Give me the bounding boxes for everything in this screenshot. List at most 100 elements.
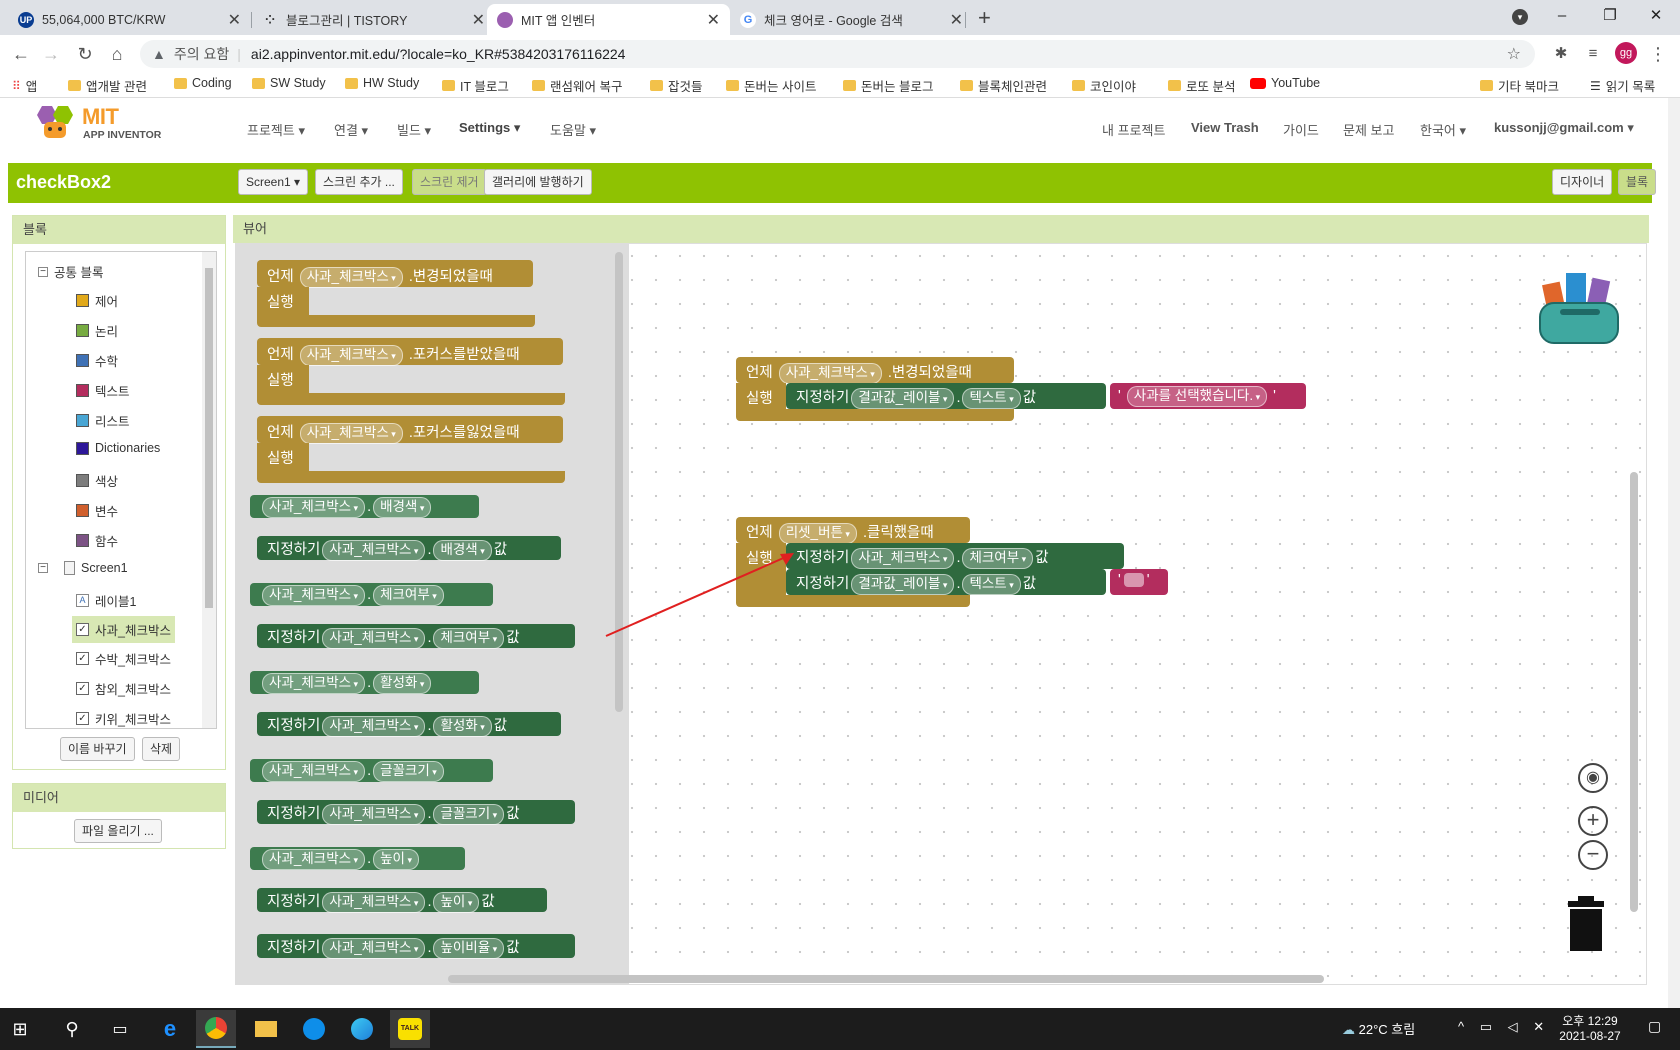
star-icon[interactable]: ☆ — [1507, 44, 1521, 64]
component-dropdown[interactable]: 사과_체크박스 — [299, 423, 403, 444]
tree-scrollbar[interactable] — [202, 252, 216, 728]
flyout-get-checked-block[interactable]: 사과_체크박스.체크여부 — [250, 583, 493, 606]
zoom-out-icon[interactable]: − — [1578, 840, 1608, 870]
block-category-control[interactable]: 제어 — [76, 291, 118, 310]
account-menu[interactable]: kussonjj@gmail.com ▾ — [1494, 120, 1634, 136]
report-link[interactable]: 문제 보고 — [1343, 120, 1394, 139]
block-category-procedures[interactable]: 함수 — [76, 531, 118, 550]
text-string-block[interactable]: ' 사과를 선택했습니다. ' — [1110, 383, 1306, 409]
set-apple-checkbox-checked-block[interactable]: 지정하기사과_체크박스.체크여부값 — [786, 543, 1124, 569]
blocks-button[interactable]: 블록 — [1618, 169, 1657, 195]
kakaotalk-icon[interactable]: TALK — [390, 1010, 430, 1048]
page-scrollbar[interactable] — [1668, 98, 1680, 1010]
block-category-logic[interactable]: 논리 — [76, 321, 118, 340]
edge-icon[interactable] — [342, 1010, 382, 1048]
back-icon[interactable]: ← — [8, 41, 34, 67]
bookmark-folder[interactable]: 돈버는 블로그 — [843, 76, 933, 95]
recenter-icon[interactable]: ◉ — [1578, 763, 1608, 793]
windows-start-icon[interactable]: ⊞ — [0, 1010, 40, 1048]
close-icon[interactable]: ✕ — [228, 10, 241, 30]
task-view-icon[interactable]: ▭ — [100, 1010, 140, 1048]
bookmark-folder[interactable]: IT 블로그 — [442, 76, 509, 95]
flyout-set-checked-block[interactable]: 지정하기사과_체크박스.체크여부값 — [257, 624, 575, 649]
guide-link[interactable]: 가이드 — [1283, 120, 1319, 139]
block-category-text[interactable]: 텍스트 — [76, 381, 130, 400]
bookmark-folder[interactable]: 블록체인관련 — [960, 76, 1047, 95]
block-category-list[interactable]: 리스트 — [76, 411, 130, 430]
component-kiwi-checkbox[interactable]: ✓ 키위_체크박스 — [76, 709, 171, 728]
menu-settings[interactable]: Settings ▾ — [459, 120, 520, 136]
browser-tab-tistory[interactable]: ⁘ 블로그관리 | TISTORY ✕ — [252, 4, 495, 35]
publish-gallery-button[interactable]: 갤러리에 발행하기 — [484, 169, 592, 195]
bookmark-folder[interactable]: 앱개발 관련 — [68, 76, 147, 95]
ie-icon[interactable]: e — [150, 1010, 190, 1048]
teamviewer-icon[interactable] — [294, 1010, 334, 1048]
blocks-flyout[interactable]: 언제 사과_체크박스 .변경되었을때 실행 언제 사과_체크박스 .포커스를받았… — [236, 244, 629, 984]
minimize-icon[interactable]: – — [1540, 4, 1584, 28]
flyout-set-fontsize-block[interactable]: 지정하기사과_체크박스.글꼴크기값 — [257, 800, 575, 825]
menu-help[interactable]: 도움말 ▾ — [550, 120, 596, 139]
close-icon[interactable]: ✕ — [472, 10, 485, 30]
rename-button[interactable]: 이름 바꾸기 — [60, 737, 135, 761]
omnibox[interactable]: ▲ 주의 요함 | ai2.appinventor.mit.edu/?local… — [140, 40, 1535, 68]
flyout-set-height-block[interactable]: 지정하기사과_체크박스.높이값 — [257, 888, 547, 913]
close-icon[interactable]: ✕ — [707, 10, 720, 30]
set-result-label-text-block[interactable]: 지정하기결과값_레이블.텍스트값 — [786, 569, 1106, 595]
mit-logo-icon[interactable] — [36, 104, 78, 142]
restore-icon[interactable]: ❐ — [1588, 4, 1632, 28]
tray-icons[interactable]: ^ ▭ ◁ ✕ — [1458, 1019, 1550, 1035]
reading-list[interactable]: ☰ 읽기 목록 — [1590, 76, 1655, 95]
workspace-vscrollbar[interactable] — [1630, 472, 1638, 912]
builtin-blocks-node[interactable]: − 공통 블록 — [38, 262, 103, 281]
flyout-set-enabled-block[interactable]: 지정하기사과_체크박스.활성화값 — [257, 712, 561, 737]
component-watermelon-checkbox[interactable]: ✓ 수박_체크박스 — [76, 649, 171, 668]
component-dropdown[interactable]: 사과_체크박스 — [299, 345, 403, 366]
bookmark-folder[interactable]: 잡것들 — [650, 76, 703, 95]
reload-icon[interactable]: ↻ — [72, 41, 98, 67]
trash-icon[interactable] — [1566, 896, 1606, 952]
flyout-when-changed-block[interactable]: 언제 사과_체크박스 .변경되었을때 — [257, 260, 533, 288]
view-trash-link[interactable]: View Trash — [1191, 120, 1259, 135]
component-label1[interactable]: A 레이블1 — [76, 591, 136, 610]
when-apple-checkbox-changed-block[interactable]: 언제 사과_체크박스 .변경되었을때 — [736, 357, 1014, 384]
close-icon[interactable]: ✕ — [950, 10, 963, 30]
collapse-icon[interactable]: − — [38, 563, 48, 573]
add-screen-button[interactable]: 스크린 추가 ... — [315, 169, 403, 195]
set-result-label-text-block[interactable]: 지정하기결과값_레이블.텍스트값 — [786, 383, 1106, 409]
new-tab-icon[interactable]: + — [978, 5, 991, 31]
block-category-math[interactable]: 수학 — [76, 351, 118, 370]
bookmark-other[interactable]: 기타 북마크 — [1480, 76, 1559, 95]
workspace-hscrollbar[interactable] — [448, 975, 1324, 983]
chrome-menu-icon[interactable]: ⋮ — [1645, 41, 1671, 67]
bookmark-folder[interactable]: 돈버는 사이트 — [726, 76, 816, 95]
extensions-icon[interactable]: ✱ — [1548, 41, 1574, 67]
upload-file-button[interactable]: 파일 올리기 ... — [74, 819, 162, 843]
browser-tab-google[interactable]: G 체크 영어로 - Google 검색 ✕ — [730, 4, 973, 35]
block-category-dictionaries[interactable]: Dictionaries — [76, 441, 160, 455]
bookmark-folder[interactable]: SW Study — [252, 76, 326, 90]
backpack-icon[interactable] — [1534, 263, 1626, 347]
tab-search-icon[interactable]: ▾ — [1512, 9, 1528, 25]
home-icon[interactable]: ⌂ — [104, 41, 130, 67]
flyout-get-enabled-block[interactable]: 사과_체크박스.활성화 — [250, 671, 479, 694]
empty-text-field[interactable] — [1123, 573, 1144, 588]
screen-select[interactable]: Screen1 ▾ — [238, 169, 309, 195]
notification-icon[interactable]: ▢ — [1648, 1018, 1661, 1035]
flyout-set-heightpercent-block[interactable]: 지정하기사과_체크박스.높이비율값 — [257, 934, 575, 959]
flyout-scrollbar[interactable] — [615, 252, 623, 712]
bookmark-folder[interactable]: 랜섬웨어 복구 — [532, 76, 622, 95]
file-explorer-icon[interactable] — [246, 1010, 286, 1048]
zoom-in-icon[interactable]: + — [1578, 806, 1608, 836]
designer-button[interactable]: 디자이너 — [1552, 169, 1613, 195]
flyout-set-backgroundcolor-block[interactable]: 지정하기사과_체크박스.배경색값 — [257, 536, 561, 561]
menu-build[interactable]: 빌드 ▾ — [397, 120, 431, 139]
block-category-color[interactable]: 색상 — [76, 471, 118, 490]
bookmark-folder[interactable]: Coding — [174, 76, 232, 90]
bookmark-folder[interactable]: 로또 분석 — [1168, 76, 1235, 95]
window-close-icon[interactable]: ✕ — [1634, 4, 1678, 28]
flyout-get-fontsize-block[interactable]: 사과_체크박스.글꼴크기 — [250, 759, 493, 782]
my-projects-link[interactable]: 내 프로젝트 — [1102, 120, 1165, 139]
bookmark-folder[interactable]: 코인이야 — [1072, 76, 1136, 95]
screen1-node[interactable]: − Screen1 — [38, 561, 128, 575]
block-category-variables[interactable]: 변수 — [76, 501, 118, 520]
